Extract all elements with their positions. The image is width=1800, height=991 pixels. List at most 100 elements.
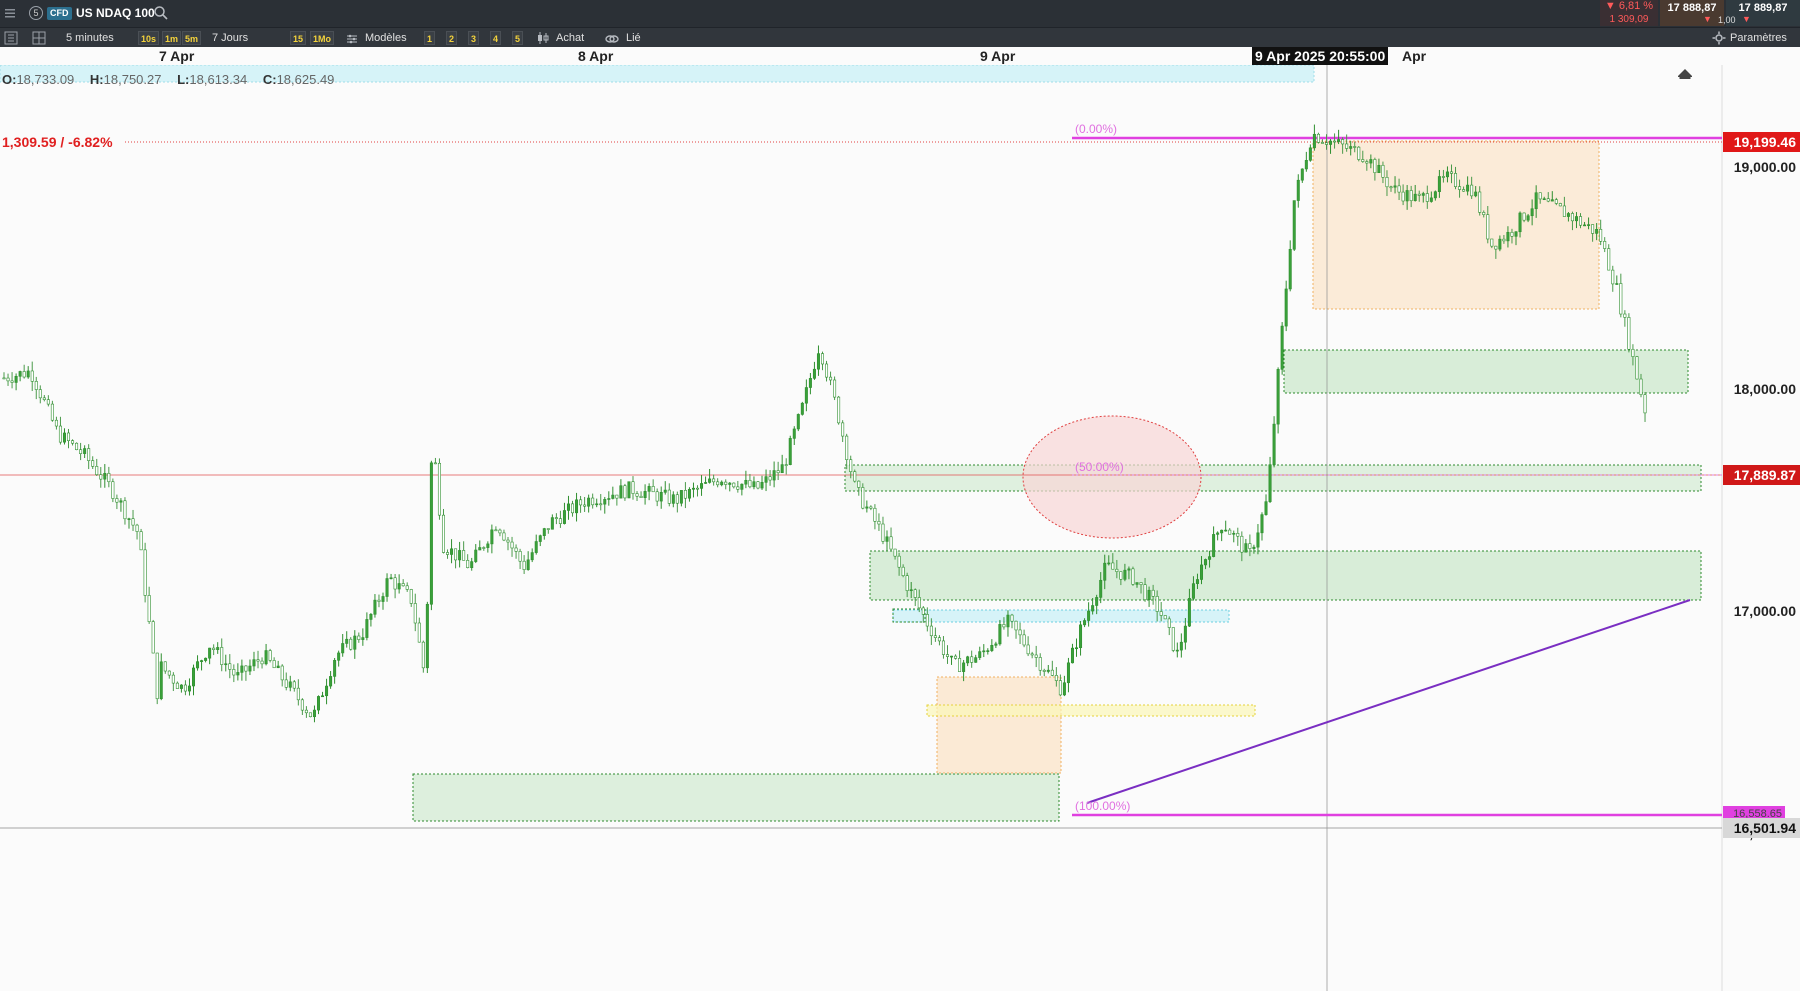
candle-body bbox=[373, 599, 377, 615]
demand-zone-3[interactable] bbox=[869, 550, 1702, 601]
layout-button-4[interactable]: 4 bbox=[490, 31, 502, 45]
candle-body bbox=[1054, 675, 1058, 681]
candle-body bbox=[1095, 597, 1099, 606]
candle-body bbox=[1583, 224, 1587, 227]
candle-body bbox=[30, 370, 34, 382]
supply-zone-low[interactable] bbox=[936, 676, 1062, 774]
candle-body bbox=[1474, 191, 1478, 197]
settings-icon[interactable] bbox=[1712, 31, 1726, 45]
tf-button-10s[interactable]: 10s bbox=[138, 31, 160, 45]
candle-body bbox=[224, 663, 228, 666]
ohlc-close-label: C: bbox=[262, 72, 277, 87]
candle-body bbox=[216, 647, 220, 650]
supply-zone-top[interactable] bbox=[1312, 140, 1600, 310]
buy-price-button[interactable]: 17 889,87 bbox=[1726, 0, 1800, 26]
candle-body bbox=[1554, 199, 1558, 204]
candle-body bbox=[341, 643, 345, 654]
search-icon[interactable] bbox=[153, 5, 169, 21]
candle-body bbox=[151, 621, 155, 654]
candle-body bbox=[583, 504, 587, 507]
candle-body bbox=[381, 596, 385, 602]
tf-button-1m[interactable]: 1m bbox=[162, 31, 182, 45]
candle-body bbox=[131, 518, 135, 526]
range-button-15[interactable]: 15 bbox=[290, 31, 307, 45]
layout-button-2[interactable]: 2 bbox=[446, 31, 458, 45]
candle-body bbox=[83, 448, 87, 454]
grid-layout-icon[interactable] bbox=[32, 31, 46, 45]
candle-body bbox=[401, 583, 405, 587]
candles-icon[interactable] bbox=[536, 31, 550, 45]
change-absolute: 1 309,09 bbox=[1609, 14, 1649, 25]
candle-body bbox=[1115, 568, 1119, 572]
price-chart[interactable]: 19,000.0018,000.0017,000.0016,000.00 (0.… bbox=[0, 65, 1800, 991]
candle-body bbox=[909, 589, 913, 592]
candle-body bbox=[708, 478, 712, 483]
candle-body bbox=[1522, 212, 1526, 221]
candle-body bbox=[163, 661, 167, 672]
candle-body bbox=[849, 459, 853, 473]
y-tick-label: 18,000.00 bbox=[1734, 381, 1796, 397]
demand-zone-2[interactable] bbox=[844, 464, 1702, 492]
candle-body bbox=[1357, 146, 1361, 160]
candle-body bbox=[204, 657, 208, 661]
link-icon[interactable] bbox=[605, 32, 619, 44]
candle-body bbox=[1187, 598, 1191, 627]
candle-body bbox=[155, 652, 159, 700]
layout-button-3[interactable]: 3 bbox=[468, 31, 480, 45]
candle-body bbox=[183, 684, 187, 692]
candle-body bbox=[1405, 190, 1409, 202]
demand-zone-low[interactable] bbox=[412, 773, 1060, 822]
candle-body bbox=[490, 529, 494, 545]
candle-body bbox=[962, 662, 966, 672]
candle-body bbox=[1333, 140, 1337, 143]
link-button[interactable]: Lié bbox=[626, 28, 641, 48]
candle-body bbox=[1079, 624, 1083, 649]
candle-body bbox=[1252, 546, 1256, 549]
buy-button[interactable]: Achat bbox=[556, 28, 584, 48]
candle-body bbox=[595, 503, 599, 506]
templates-icon[interactable] bbox=[346, 32, 358, 44]
candle-body bbox=[1341, 139, 1345, 145]
sell-price-button[interactable]: 17 888,87 bbox=[1660, 0, 1724, 26]
candle-body bbox=[744, 479, 748, 485]
candle-body bbox=[1458, 186, 1462, 190]
price-axis bbox=[1722, 65, 1800, 991]
tf-button-5m[interactable]: 5m bbox=[182, 31, 202, 45]
candle-body bbox=[1268, 464, 1272, 502]
candle-body bbox=[111, 481, 115, 499]
instrument-name[interactable]: US NDAQ 100 bbox=[76, 6, 155, 20]
candle-body bbox=[1288, 248, 1292, 290]
settings-button[interactable]: Paramètres bbox=[1730, 28, 1787, 48]
candle-body bbox=[752, 481, 756, 488]
candle-body bbox=[1030, 653, 1034, 656]
candle-body bbox=[18, 371, 22, 377]
candle-body bbox=[42, 397, 46, 400]
candle-body bbox=[1393, 185, 1397, 188]
templates-button[interactable]: Modèles bbox=[365, 28, 407, 48]
panel-icon[interactable] bbox=[4, 31, 18, 45]
candle-body bbox=[1546, 198, 1550, 202]
candle-body bbox=[607, 498, 611, 500]
candle-body bbox=[62, 432, 66, 443]
candle-body bbox=[349, 638, 353, 650]
candle-body bbox=[1042, 669, 1046, 672]
menu-icon[interactable] bbox=[4, 6, 16, 20]
candle-body bbox=[1623, 313, 1627, 318]
candle-body bbox=[1445, 171, 1449, 178]
layout-button-1[interactable]: 1 bbox=[424, 31, 436, 45]
range-select[interactable]: 7 Jours bbox=[212, 28, 248, 48]
candle-body bbox=[748, 479, 752, 488]
interval-select[interactable]: 5 minutes bbox=[66, 28, 114, 48]
candle-body bbox=[925, 614, 929, 627]
candle-body bbox=[732, 482, 736, 488]
demand-zone-1[interactable] bbox=[1283, 349, 1689, 394]
candle-body bbox=[159, 661, 163, 700]
candle-body bbox=[1385, 177, 1389, 188]
candle-body bbox=[841, 422, 845, 437]
highlight-ellipse[interactable] bbox=[1022, 415, 1202, 539]
range-button-1mo[interactable]: 1Mo bbox=[310, 31, 334, 45]
layout-button-5[interactable]: 5 bbox=[512, 31, 524, 45]
candle-body bbox=[1070, 647, 1074, 664]
candle-body bbox=[558, 518, 562, 524]
candle-body bbox=[353, 635, 357, 650]
